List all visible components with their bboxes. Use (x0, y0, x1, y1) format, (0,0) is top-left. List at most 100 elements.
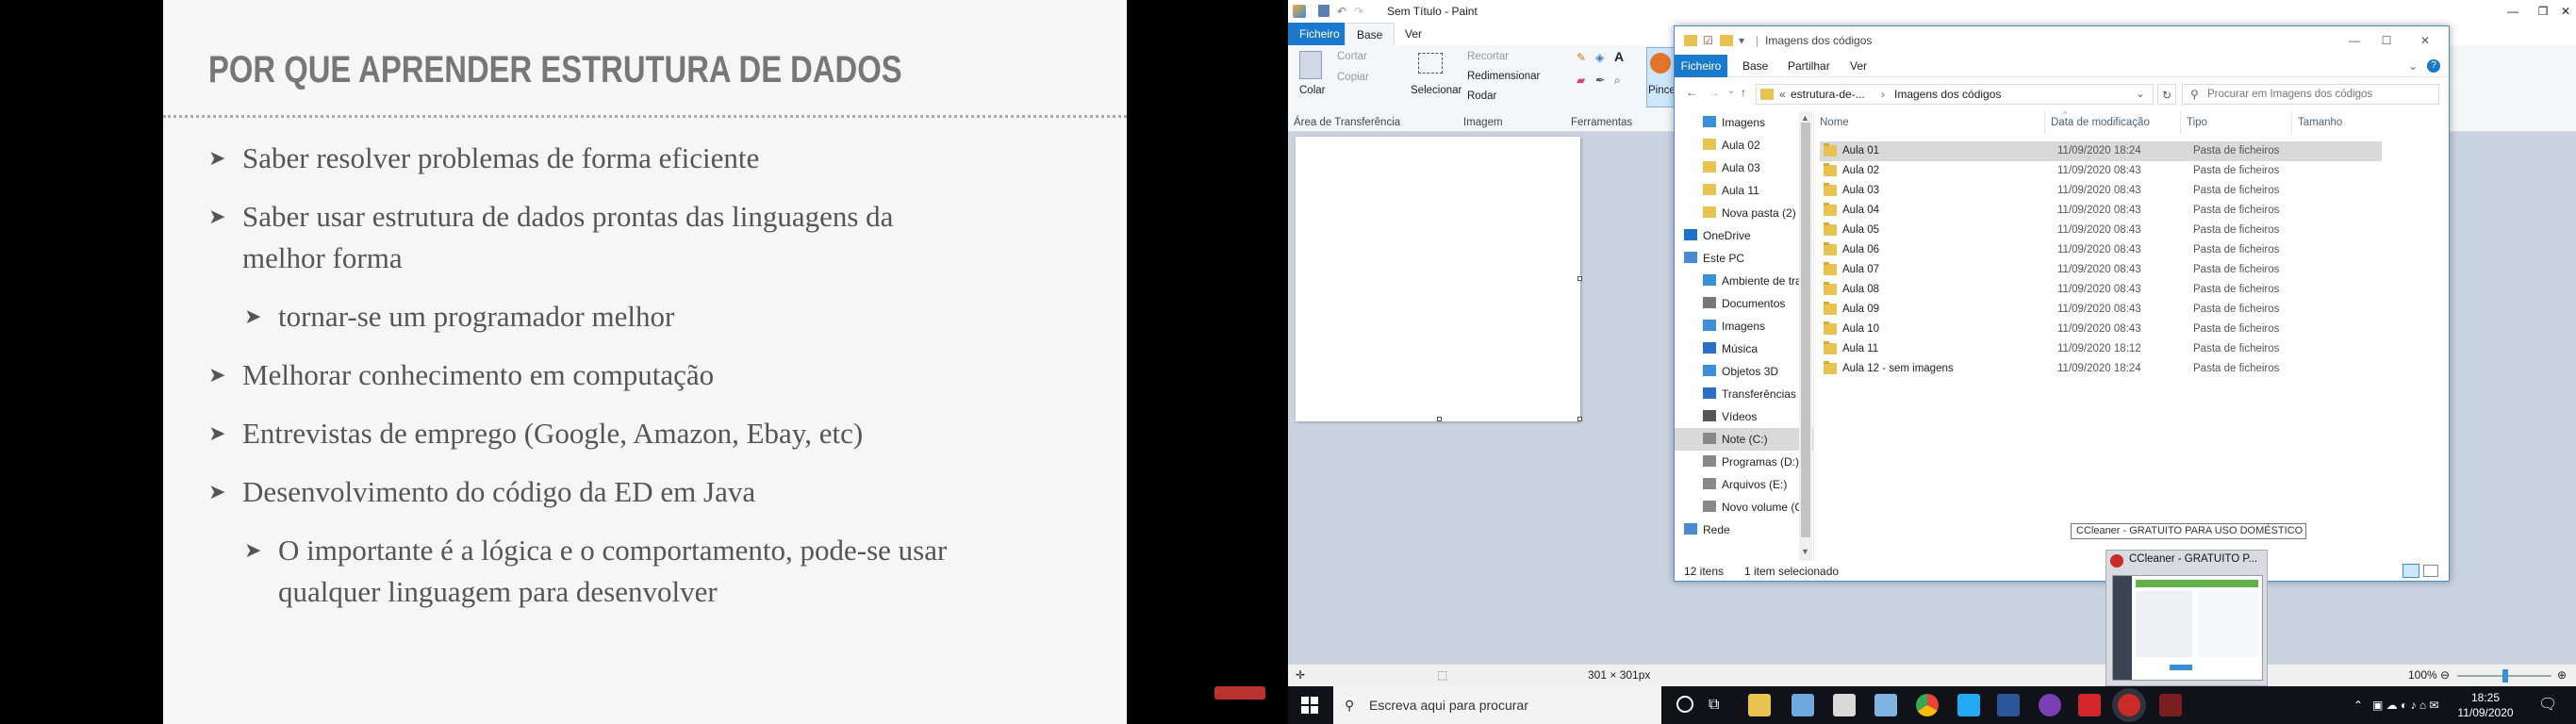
tray-overflow-icon[interactable]: ⌃ (2353, 686, 2363, 724)
nav-item[interactable]: Música (1675, 337, 1813, 360)
start-button[interactable] (1301, 697, 1318, 714)
word-taskbar-icon[interactable] (1997, 694, 2020, 716)
file-row[interactable]: Aula 11 11/09/2020 18:12 Pasta de ficheiro… (1820, 339, 2382, 359)
nav-item[interactable]: Note (C:) (1675, 428, 1813, 451)
save-icon[interactable] (1318, 5, 1329, 17)
file-row[interactable]: Aula 01 11/09/2020 18:24 Pasta de ficheiro… (1820, 141, 2382, 161)
zoom-out-icon[interactable]: ⊖ (2440, 665, 2450, 686)
expand-ribbon-icon[interactable]: ⌄ (2408, 55, 2418, 77)
tab-ver[interactable]: Ver (1850, 55, 1867, 77)
calculator-taskbar-icon[interactable] (1833, 694, 1856, 716)
resize-handle[interactable] (1437, 417, 1442, 421)
column-header-size[interactable]: Tamanho (2291, 111, 2342, 134)
tab-ficheiro[interactable]: Ficheiro (1675, 55, 1727, 77)
large-icons-view-icon[interactable] (2423, 565, 2438, 577)
redo-icon[interactable]: ↷ (1354, 0, 1363, 23)
address-dropdown-icon[interactable]: ⌄ (2136, 87, 2145, 100)
zoom-in-icon[interactable]: ⊕ (2557, 665, 2567, 686)
zoom-slider-thumb[interactable] (2502, 669, 2508, 683)
nav-item[interactable]: Arquivos (E:) (1675, 473, 1813, 496)
file-explorer-taskbar-icon[interactable] (1748, 694, 1771, 716)
close-button[interactable]: ✕ (2555, 0, 2576, 23)
new-folder-icon[interactable] (1720, 35, 1733, 46)
paint-canvas[interactable] (1296, 137, 1580, 421)
file-row[interactable]: Aula 09 11/09/2020 08:43 Pasta de ficheiro… (1820, 300, 2382, 320)
resize-handle[interactable] (1577, 417, 1582, 421)
file-row[interactable]: Aula 12 - sem imagens 11/09/2020 18:24 Pas… (1820, 359, 2382, 379)
chrome-taskbar-icon[interactable] (1916, 694, 1939, 716)
file-row[interactable]: Aula 10 11/09/2020 08:43 Pasta de ficheiro… (1820, 320, 2382, 339)
column-header-type[interactable]: Tipo (2180, 111, 2207, 134)
crop-button[interactable]: Recortar (1467, 51, 1509, 62)
tab-base[interactable]: Base (1742, 55, 1768, 77)
search-box[interactable]: ⚲ Procurar em Imagens dos códigos (2182, 84, 2439, 105)
nav-item[interactable]: OneDrive (1675, 224, 1813, 247)
refresh-icon[interactable]: ↻ (2157, 84, 2176, 105)
nav-item[interactable]: Aula 03 (1675, 156, 1813, 179)
file-row[interactable]: Aula 07 11/09/2020 08:43 Pasta de ficheiro… (1820, 260, 2382, 280)
undo-icon[interactable]: ↶ (1337, 0, 1346, 23)
snipping-taskbar-icon[interactable] (1874, 694, 1897, 716)
pencil-icon[interactable]: ✎ (1577, 51, 1586, 64)
details-view-icon[interactable] (2403, 564, 2419, 578)
help-icon[interactable]: ? (2427, 59, 2440, 73)
breadcrumb-overflow[interactable]: « (1779, 88, 1786, 101)
nav-scrollbar[interactable]: ▲ ▼ (1799, 111, 1812, 561)
file-row[interactable]: Aula 08 11/09/2020 08:43 Pasta de ficheiro… (1820, 280, 2382, 300)
select-button[interactable]: Selecionar (1411, 85, 1461, 96)
nav-item[interactable]: Nova pasta (2) (1675, 202, 1813, 224)
cortana-icon[interactable] (1676, 696, 1693, 713)
up-icon[interactable]: ↑ (1741, 86, 1746, 99)
nav-item[interactable]: Aula 02 (1675, 134, 1813, 156)
breadcrumb-current[interactable]: Imagens dos códigos (1894, 88, 2001, 101)
nav-item[interactable]: Novo volume (G (1675, 496, 1813, 518)
file-row[interactable]: Aula 03 11/09/2020 08:43 Pasta de ficheiro… (1820, 181, 2382, 201)
nav-item[interactable]: Imagens (1675, 111, 1813, 134)
maximize-button[interactable]: ☐ (2372, 26, 2401, 55)
acrobat-taskbar-icon[interactable] (2078, 694, 2101, 716)
nav-item[interactable]: Transferências (1675, 383, 1813, 405)
nav-scrollbar-thumb[interactable] (1801, 123, 1810, 537)
back-icon[interactable]: ← (1686, 86, 1697, 99)
nav-item[interactable]: Programas (D:) (1675, 451, 1813, 473)
magnifier-icon[interactable]: ⌕ (1614, 74, 1621, 88)
copy-button[interactable]: Copiar (1337, 72, 1369, 83)
file-row[interactable]: Aula 06 11/09/2020 08:43 Pasta de ficheiro… (1820, 240, 2382, 260)
nav-item[interactable]: Aula 11 (1675, 179, 1813, 202)
address-bar[interactable]: « estrutura-de-... › Imagens dos códigos… (1756, 84, 2154, 105)
ccleaner-taskbar-icon[interactable] (2118, 694, 2140, 716)
restore-button[interactable]: ❐ (2531, 0, 2555, 23)
app-taskbar-icon[interactable] (2159, 694, 2182, 716)
task-view-icon[interactable]: ⧉ (1709, 686, 1719, 724)
nav-item[interactable]: Este PC (1675, 247, 1813, 270)
minimize-button[interactable]: — (2340, 26, 2369, 55)
fill-icon[interactable]: ◈ (1595, 51, 1604, 64)
nav-item[interactable]: Documentos (1675, 292, 1813, 315)
resize-button[interactable]: Redimensionar (1467, 71, 1540, 82)
paint-taskbar-icon[interactable] (1792, 694, 1814, 716)
file-row[interactable]: Aula 02 11/09/2020 08:43 Pasta de ficheiro… (1820, 161, 2382, 181)
file-row[interactable]: Aula 04 11/09/2020 08:43 Pasta de ficheiro… (1820, 201, 2382, 221)
paste-button[interactable]: Colar (1299, 85, 1325, 96)
minimize-button[interactable]: — (2501, 0, 2525, 23)
tab-ver[interactable]: Ver (1394, 23, 1433, 45)
eraser-icon[interactable]: ▰ (1577, 74, 1585, 87)
color-picker-icon[interactable]: ✒ (1595, 74, 1605, 87)
recording-indicator[interactable] (1214, 686, 1265, 699)
nav-item[interactable]: Objetos 3D (1675, 360, 1813, 383)
nav-item[interactable]: Vídeos (1675, 405, 1813, 428)
column-header-name[interactable]: Nome (1820, 111, 1849, 134)
vscode-taskbar-icon[interactable] (1957, 694, 1980, 716)
text-tool-icon[interactable]: A (1614, 49, 1624, 64)
rotate-button[interactable]: Rodar (1467, 90, 1496, 102)
obs-taskbar-icon[interactable] (2039, 694, 2061, 716)
forward-icon[interactable]: → (1709, 86, 1720, 99)
properties-icon[interactable]: ☑ (1703, 26, 1713, 55)
quick-access-dropdown-icon[interactable]: ▾ (1739, 26, 1744, 55)
nav-item[interactable]: Imagens (1675, 315, 1813, 337)
close-button[interactable]: ✕ (2406, 26, 2444, 55)
tab-base[interactable]: Base (1345, 23, 1395, 45)
nav-item[interactable]: Rede (1675, 518, 1813, 541)
clock-time[interactable]: 18:25 (2457, 691, 2514, 704)
tray-icons[interactable]: ▣ ☁ ◐ ♪ ⌂ ✉ (2372, 686, 2439, 724)
